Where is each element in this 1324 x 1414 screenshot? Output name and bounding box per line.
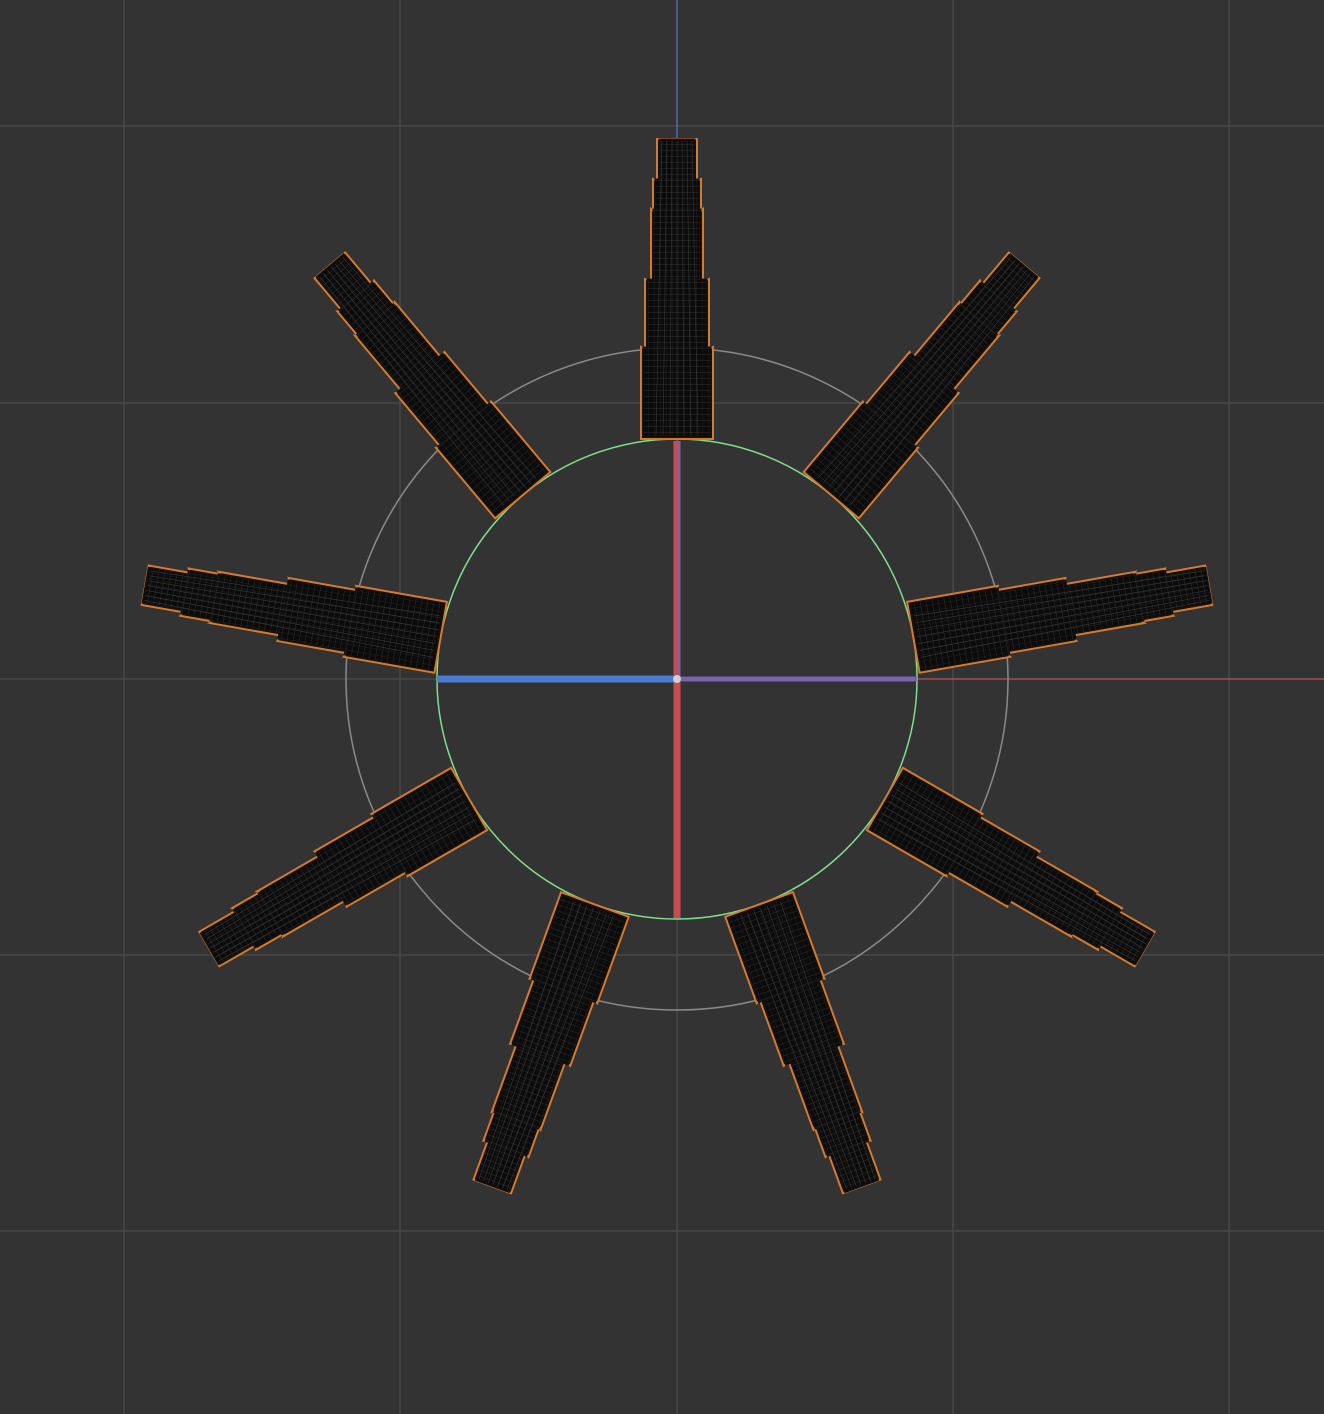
world-axes	[676, 0, 1324, 680]
3d-viewport[interactable]	[0, 0, 1324, 1414]
wire-edge	[888, 800, 1144, 949]
array-object[interactable]	[640, 138, 714, 440]
array-object[interactable]	[865, 766, 1163, 980]
gizmo-center-dot[interactable]	[673, 675, 681, 683]
array-object[interactable]	[302, 242, 552, 520]
array-object[interactable]	[802, 242, 1052, 520]
array-object[interactable]	[458, 890, 631, 1199]
array-object[interactable]	[191, 766, 489, 980]
transform-gizmo[interactable]	[437, 441, 917, 918]
wire-edge	[833, 266, 1024, 493]
wire-edge	[330, 266, 521, 493]
wire-edge	[210, 800, 466, 949]
array-object[interactable]	[723, 890, 895, 1199]
viewport-canvas[interactable]	[0, 0, 1324, 1414]
